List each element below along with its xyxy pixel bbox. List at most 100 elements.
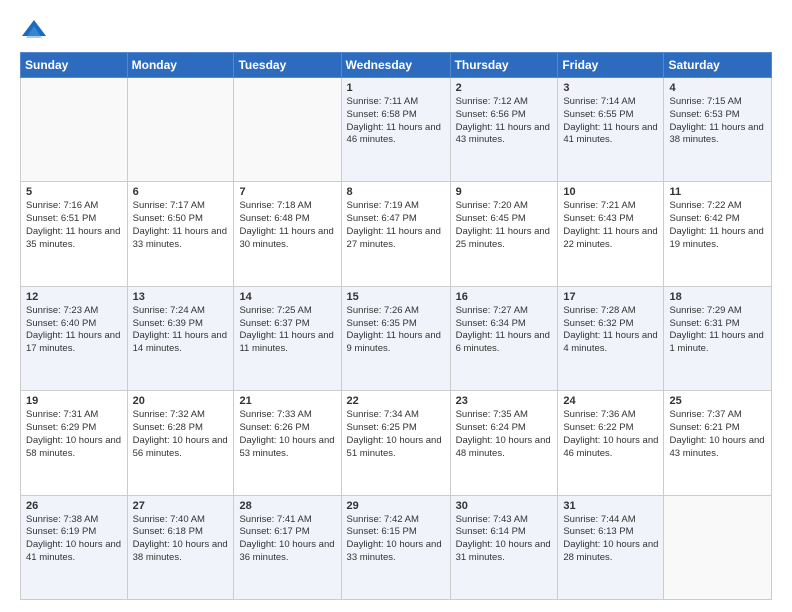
day-number: 7	[239, 186, 335, 198]
calendar-cell: 21 Sunrise: 7:33 AM Sunset: 6:26 PM Dayli…	[234, 391, 341, 495]
day-number: 19	[26, 395, 122, 407]
calendar-week-row: 12Sunrise: 7:23 AM Sunset: 6:40 PM Dayli…	[21, 286, 772, 390]
day-number: 4	[669, 82, 766, 94]
calendar-cell	[234, 78, 341, 182]
calendar-cell: 7 Sunrise: 7:18 AM Sunset: 6:48 PM Daylig…	[234, 182, 341, 286]
day-of-week-header: Saturday	[664, 53, 772, 78]
day-of-week-row: SundayMondayTuesdayWednesdayThursdayFrid…	[21, 53, 772, 78]
day-number: 14	[239, 291, 335, 303]
day-number: 5	[26, 186, 122, 198]
day-info: Sunrise: 7:35 AM Sunset: 6:24 PM Dayligh…	[456, 409, 553, 460]
header	[20, 16, 772, 44]
calendar-week-row: 26 Sunrise: 7:38 AM Sunset: 6:19 PM Dayli…	[21, 495, 772, 599]
day-number: 3	[563, 82, 658, 94]
day-number: 25	[669, 395, 766, 407]
day-of-week-header: Friday	[558, 53, 664, 78]
calendar-week-row: 5 Sunrise: 7:16 AM Sunset: 6:51 PM Daylig…	[21, 182, 772, 286]
day-info: Sunrise: 7:11 AM Sunset: 6:58 PM Dayligh…	[347, 96, 445, 147]
day-info: Sunrise: 7:38 AM Sunset: 6:19 PM Dayligh…	[26, 514, 122, 565]
calendar-cell: 19 Sunrise: 7:31 AM Sunset: 6:29 PM Dayli…	[21, 391, 128, 495]
calendar-cell: 30Sunrise: 7:43 AM Sunset: 6:14 PM Dayli…	[450, 495, 558, 599]
day-number: 13	[133, 291, 229, 303]
day-info: Sunrise: 7:20 AM Sunset: 6:45 PM Dayligh…	[456, 200, 553, 251]
calendar-cell: 18 Sunrise: 7:29 AM Sunset: 6:31 PM Dayli…	[664, 286, 772, 390]
day-number: 12	[26, 291, 122, 303]
logo-icon	[20, 16, 48, 44]
calendar-cell: 16Sunrise: 7:27 AM Sunset: 6:34 PM Dayli…	[450, 286, 558, 390]
calendar-body: 1Sunrise: 7:11 AM Sunset: 6:58 PM Daylig…	[21, 78, 772, 600]
day-info: Sunrise: 7:17 AM Sunset: 6:50 PM Dayligh…	[133, 200, 229, 251]
day-number: 24	[563, 395, 658, 407]
day-number: 26	[26, 500, 122, 512]
calendar-week-row: 1Sunrise: 7:11 AM Sunset: 6:58 PM Daylig…	[21, 78, 772, 182]
calendar-cell: 31Sunrise: 7:44 AM Sunset: 6:13 PM Dayli…	[558, 495, 664, 599]
calendar-cell: 29 Sunrise: 7:42 AM Sunset: 6:15 PM Dayli…	[341, 495, 450, 599]
calendar-cell: 22 Sunrise: 7:34 AM Sunset: 6:25 PM Dayli…	[341, 391, 450, 495]
calendar-cell: 5 Sunrise: 7:16 AM Sunset: 6:51 PM Daylig…	[21, 182, 128, 286]
calendar-cell	[127, 78, 234, 182]
calendar-cell: 24 Sunrise: 7:36 AM Sunset: 6:22 PM Dayli…	[558, 391, 664, 495]
calendar-cell: 27 Sunrise: 7:40 AM Sunset: 6:18 PM Dayli…	[127, 495, 234, 599]
day-info: Sunrise: 7:42 AM Sunset: 6:15 PM Dayligh…	[347, 514, 445, 565]
calendar-cell: 15 Sunrise: 7:26 AM Sunset: 6:35 PM Dayli…	[341, 286, 450, 390]
calendar-cell: 6 Sunrise: 7:17 AM Sunset: 6:50 PM Daylig…	[127, 182, 234, 286]
day-number: 21	[239, 395, 335, 407]
day-number: 10	[563, 186, 658, 198]
day-info: Sunrise: 7:26 AM Sunset: 6:35 PM Dayligh…	[347, 305, 445, 356]
day-of-week-header: Wednesday	[341, 53, 450, 78]
calendar-cell: 23 Sunrise: 7:35 AM Sunset: 6:24 PM Dayli…	[450, 391, 558, 495]
calendar-cell: 3 Sunrise: 7:14 AM Sunset: 6:55 PM Daylig…	[558, 78, 664, 182]
day-number: 23	[456, 395, 553, 407]
calendar-cell: 10 Sunrise: 7:21 AM Sunset: 6:43 PM Dayli…	[558, 182, 664, 286]
day-number: 20	[133, 395, 229, 407]
day-number: 2	[456, 82, 553, 94]
day-info: Sunrise: 7:31 AM Sunset: 6:29 PM Dayligh…	[26, 409, 122, 460]
calendar-cell: 26 Sunrise: 7:38 AM Sunset: 6:19 PM Dayli…	[21, 495, 128, 599]
calendar-cell: 14 Sunrise: 7:25 AM Sunset: 6:37 PM Dayli…	[234, 286, 341, 390]
day-info: Sunrise: 7:34 AM Sunset: 6:25 PM Dayligh…	[347, 409, 445, 460]
calendar-cell: 8 Sunrise: 7:19 AM Sunset: 6:47 PM Daylig…	[341, 182, 450, 286]
page: SundayMondayTuesdayWednesdayThursdayFrid…	[0, 0, 792, 612]
calendar-cell	[664, 495, 772, 599]
day-info: Sunrise: 7:29 AM Sunset: 6:31 PM Dayligh…	[669, 305, 766, 356]
calendar-cell: 20 Sunrise: 7:32 AM Sunset: 6:28 PM Dayli…	[127, 391, 234, 495]
day-info: Sunrise: 7:33 AM Sunset: 6:26 PM Dayligh…	[239, 409, 335, 460]
calendar-cell: 25Sunrise: 7:37 AM Sunset: 6:21 PM Dayli…	[664, 391, 772, 495]
day-info: Sunrise: 7:19 AM Sunset: 6:47 PM Dayligh…	[347, 200, 445, 251]
day-info: Sunrise: 7:36 AM Sunset: 6:22 PM Dayligh…	[563, 409, 658, 460]
day-info: Sunrise: 7:15 AM Sunset: 6:53 PM Dayligh…	[669, 96, 766, 147]
day-number: 27	[133, 500, 229, 512]
day-of-week-header: Sunday	[21, 53, 128, 78]
day-info: Sunrise: 7:18 AM Sunset: 6:48 PM Dayligh…	[239, 200, 335, 251]
day-info: Sunrise: 7:32 AM Sunset: 6:28 PM Dayligh…	[133, 409, 229, 460]
day-number: 8	[347, 186, 445, 198]
day-info: Sunrise: 7:44 AM Sunset: 6:13 PM Dayligh…	[563, 514, 658, 565]
calendar-cell: 28Sunrise: 7:41 AM Sunset: 6:17 PM Dayli…	[234, 495, 341, 599]
day-info: Sunrise: 7:25 AM Sunset: 6:37 PM Dayligh…	[239, 305, 335, 356]
day-number: 6	[133, 186, 229, 198]
day-number: 15	[347, 291, 445, 303]
calendar-week-row: 19 Sunrise: 7:31 AM Sunset: 6:29 PM Dayli…	[21, 391, 772, 495]
calendar-cell: 9 Sunrise: 7:20 AM Sunset: 6:45 PM Daylig…	[450, 182, 558, 286]
day-info: Sunrise: 7:27 AM Sunset: 6:34 PM Dayligh…	[456, 305, 553, 356]
day-info: Sunrise: 7:43 AM Sunset: 6:14 PM Dayligh…	[456, 514, 553, 565]
calendar-cell: 13Sunrise: 7:24 AM Sunset: 6:39 PM Dayli…	[127, 286, 234, 390]
day-info: Sunrise: 7:40 AM Sunset: 6:18 PM Dayligh…	[133, 514, 229, 565]
day-info: Sunrise: 7:16 AM Sunset: 6:51 PM Dayligh…	[26, 200, 122, 251]
calendar-cell: 12Sunrise: 7:23 AM Sunset: 6:40 PM Dayli…	[21, 286, 128, 390]
day-info: Sunrise: 7:22 AM Sunset: 6:42 PM Dayligh…	[669, 200, 766, 251]
calendar-cell	[21, 78, 128, 182]
day-info: Sunrise: 7:14 AM Sunset: 6:55 PM Dayligh…	[563, 96, 658, 147]
day-of-week-header: Thursday	[450, 53, 558, 78]
day-info: Sunrise: 7:21 AM Sunset: 6:43 PM Dayligh…	[563, 200, 658, 251]
calendar-cell: 17Sunrise: 7:28 AM Sunset: 6:32 PM Dayli…	[558, 286, 664, 390]
calendar-cell: 2Sunrise: 7:12 AM Sunset: 6:56 PM Daylig…	[450, 78, 558, 182]
day-number: 29	[347, 500, 445, 512]
day-number: 22	[347, 395, 445, 407]
day-number: 18	[669, 291, 766, 303]
calendar-cell: 11 Sunrise: 7:22 AM Sunset: 6:42 PM Dayli…	[664, 182, 772, 286]
day-number: 11	[669, 186, 766, 198]
day-info: Sunrise: 7:28 AM Sunset: 6:32 PM Dayligh…	[563, 305, 658, 356]
day-number: 28	[239, 500, 335, 512]
day-number: 9	[456, 186, 553, 198]
